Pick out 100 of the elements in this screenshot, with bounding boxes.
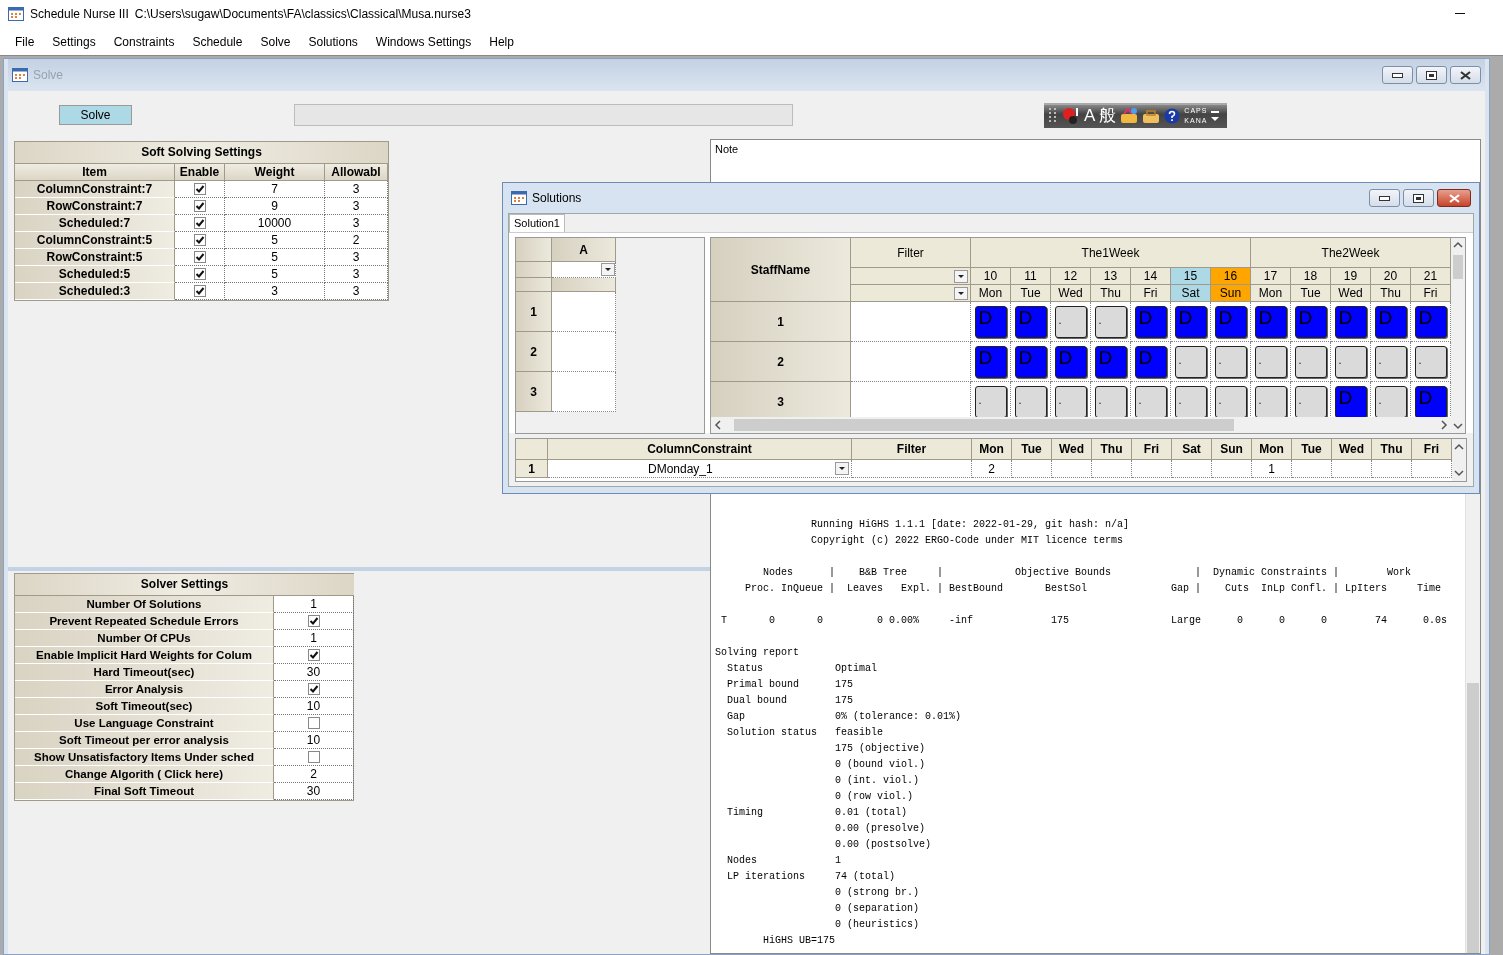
column-header[interactable]: Thu [1092,439,1132,460]
minimize-button[interactable] [1369,189,1400,207]
shift-block[interactable]: . [1134,386,1167,417]
column-header[interactable]: Wed [1052,439,1092,460]
grid-cell [1332,460,1372,478]
checkbox[interactable] [193,217,206,229]
weekday-header: Fri [1411,285,1451,302]
vertical-scrollbar[interactable] [1452,439,1466,481]
checkbox[interactable] [193,200,206,212]
vertical-scrollbar[interactable] [1465,494,1480,953]
shift-block[interactable]: . [1414,346,1447,378]
cell-text: 5 [271,266,278,282]
row-header: Final Soft Timeout [15,783,274,800]
column-header[interactable]: A [552,238,616,262]
shift-block[interactable]: . [1374,386,1407,417]
weekday-header: Mon [971,285,1011,302]
row-header[interactable]: 1 [516,460,548,478]
down-arrow-icon[interactable] [1211,116,1220,122]
column-header[interactable]: Wed [1332,439,1372,460]
menu-item[interactable]: Schedule [183,31,252,52]
checkbox[interactable] [193,183,206,195]
shift-block[interactable]: . [1174,386,1207,417]
shift-block[interactable]: . [1174,346,1207,378]
row-header[interactable]: 2 [516,332,552,372]
shift-block[interactable]: . [1214,346,1247,378]
row-header[interactable]: 2 [711,342,851,382]
checkbox[interactable] [193,285,206,297]
shift-block[interactable]: . [1254,346,1287,378]
column-header[interactable]: StaffName [711,238,851,302]
shift-block[interactable]: . [1294,346,1327,378]
column-header[interactable]: Thu [1372,439,1412,460]
shift-block[interactable]: . [1054,306,1087,338]
scroll-thumb[interactable] [734,419,1234,431]
conversion-mode-label[interactable]: 般 [1099,107,1117,125]
menu-item[interactable]: Solutions [299,31,367,52]
dropdown-button[interactable] [954,269,968,283]
checkbox[interactable] [193,234,206,246]
minimize-icon[interactable] [1211,110,1220,114]
cell-text: 7 [271,181,278,197]
menu-item[interactable]: File [6,31,44,52]
shift-block[interactable]: . [1214,386,1247,417]
row-header[interactable]: 1 [711,302,851,342]
column-header[interactable]: Fri [1132,439,1172,460]
checkbox[interactable] [193,251,206,263]
shift-block[interactable]: . [1374,346,1407,378]
shift-block[interactable]: . [1094,306,1127,338]
grip-icon[interactable] [1048,108,1058,124]
shift-block[interactable]: . [1254,386,1287,417]
row-header[interactable]: 3 [711,382,851,417]
shift-block[interactable]: . [974,386,1007,417]
log-line: Solution status feasible [726,726,884,740]
shift-block[interactable]: . [1294,386,1327,417]
column-header[interactable]: Fri [1412,439,1452,460]
date-header: 10 [971,268,1011,285]
shift-block[interactable]: . [1094,386,1127,417]
restore-button[interactable] [1403,189,1434,207]
column-header[interactable]: Tue [1012,439,1052,460]
input-mode-label[interactable]: A [1084,107,1096,125]
checkbox[interactable] [307,751,320,763]
checkbox[interactable] [307,717,320,729]
help-icon[interactable] [1164,108,1181,124]
column-header[interactable]: Filter [851,238,971,268]
dropdown-button[interactable] [835,462,849,475]
shift-block[interactable]: . [1054,386,1087,417]
minimize-icon[interactable] [1455,13,1465,15]
menu-item[interactable]: Windows Settings [366,31,481,52]
column-header[interactable]: Mon [1252,439,1292,460]
tab[interactable]: Solution1 [509,214,565,232]
checkbox[interactable] [307,683,320,695]
close-button[interactable] [1437,189,1471,207]
menu-item[interactable]: Settings [43,31,105,52]
row-header[interactable]: 1 [516,292,552,332]
checkbox[interactable] [193,268,206,280]
column-header[interactable]: Filter [852,439,972,460]
minimize-button[interactable] [1382,66,1413,84]
menu-item[interactable]: Help [480,31,523,52]
solve-button[interactable]: Solve [59,105,132,125]
toolbox-icon[interactable] [1142,108,1161,124]
scroll-thumb[interactable] [1453,255,1463,279]
checkbox[interactable] [307,649,320,661]
shift-block[interactable]: . [1334,346,1367,378]
restore-button[interactable] [1416,66,1447,84]
menu-item[interactable]: Solve [251,31,300,52]
toolbox-icon[interactable] [1120,108,1139,124]
row-header[interactable]: 3 [516,372,552,412]
dropdown-button[interactable] [601,263,615,276]
close-button[interactable] [1450,66,1481,84]
checkbox[interactable] [307,615,320,627]
ball-icon[interactable] [1062,107,1080,125]
window-title: Solve [33,68,64,82]
column-header[interactable]: Mon [972,439,1012,460]
scroll-thumb[interactable] [1467,683,1479,953]
column-header[interactable]: Tue [1292,439,1332,460]
dropdown-button[interactable] [954,286,968,300]
column-header[interactable]: ColumnConstraint [548,439,852,460]
column-header[interactable]: Sat [1172,439,1212,460]
menu-item[interactable]: Constraints [104,31,184,52]
column-header[interactable]: Sun [1212,439,1252,460]
shift-block[interactable]: . [1014,386,1047,417]
cell-text: DMonday_1 [648,461,713,476]
